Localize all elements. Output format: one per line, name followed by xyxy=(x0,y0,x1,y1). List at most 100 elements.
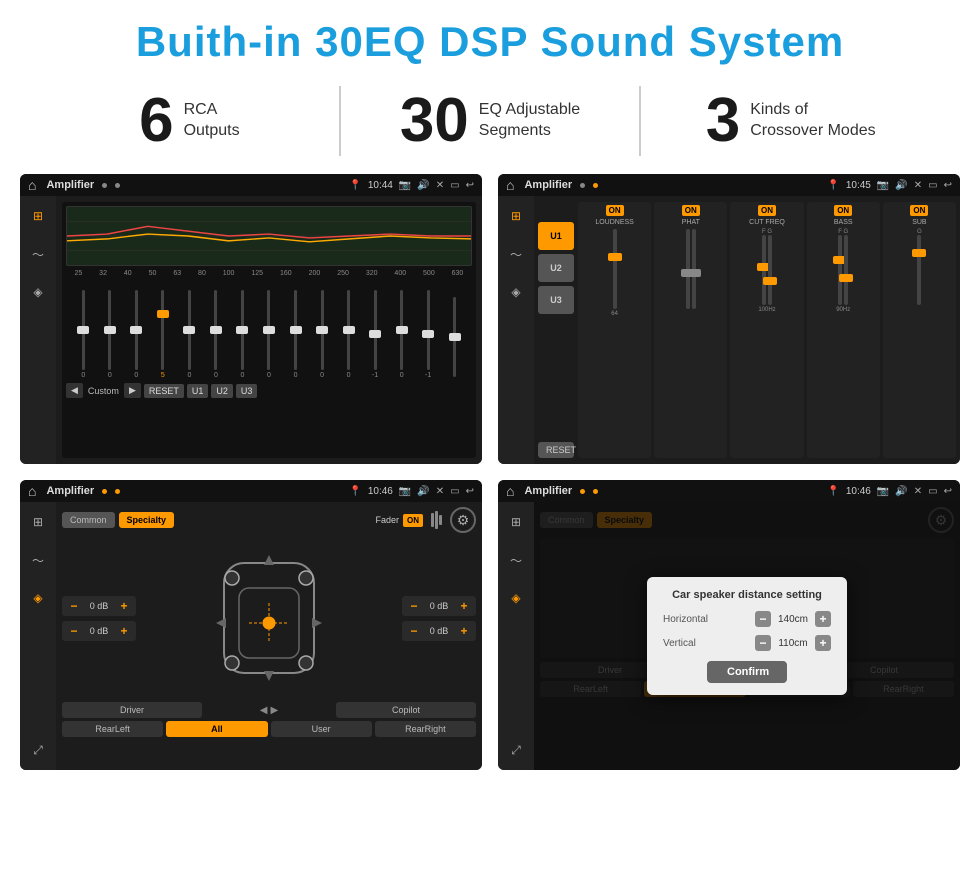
btn-copilot[interactable]: Copilot xyxy=(336,702,476,718)
fader-on-badge[interactable]: ON xyxy=(403,514,423,527)
speaker-sidebar-icon[interactable]: ◈ xyxy=(26,280,50,304)
eq-slider-14[interactable] xyxy=(448,297,462,379)
eq-reset-btn[interactable]: RESET xyxy=(144,384,184,398)
wave-sidebar-icon[interactable]: 〜 xyxy=(26,242,50,266)
preset-u3[interactable]: U3 xyxy=(538,286,574,314)
tab-common[interactable]: Common xyxy=(62,512,115,528)
bass-slider1[interactable] xyxy=(838,235,842,305)
fader-minus-3[interactable]: − xyxy=(407,599,421,613)
fader-db-val-1: 0 dB xyxy=(85,601,113,611)
wave-sidebar-icon-4[interactable]: 〜 xyxy=(504,548,528,572)
eq-slider-5[interactable]: 0 xyxy=(209,290,223,379)
btn-driver[interactable]: Driver xyxy=(62,702,202,718)
cutfreq-slider2[interactable] xyxy=(768,235,772,305)
btn-user[interactable]: User xyxy=(271,721,372,737)
speaker-sidebar-icon-3[interactable]: ◈ xyxy=(26,586,50,610)
fader-minus-4[interactable]: − xyxy=(407,624,421,638)
close-icon-1[interactable]: ✕ xyxy=(436,180,444,191)
vertical-minus-btn[interactable]: − xyxy=(755,635,771,651)
eq-slider-8[interactable]: 0 xyxy=(289,290,303,379)
eq-sidebar-icon[interactable]: ⊞ xyxy=(26,204,50,228)
stat-number-eq: 30 xyxy=(400,90,469,152)
eq-slider-1[interactable]: 0 xyxy=(103,290,117,379)
close-icon-2[interactable]: ✕ xyxy=(914,180,922,191)
home-icon-4[interactable]: ⌂ xyxy=(506,483,514,499)
on-badge-bass[interactable]: ON xyxy=(834,205,852,216)
eq-slider-13[interactable]: -1 xyxy=(421,290,435,379)
fader-plus-3[interactable]: + xyxy=(457,599,471,613)
back-icon-1[interactable]: ↩ xyxy=(466,180,474,191)
fader-plus-2[interactable]: + xyxy=(117,624,131,638)
fader-minus-2[interactable]: − xyxy=(67,624,81,638)
location-icon-4: 📍 xyxy=(827,486,839,497)
eq-slider-2[interactable]: 0 xyxy=(129,290,143,379)
preset-u2[interactable]: U2 xyxy=(538,254,574,282)
btn-rearleft[interactable]: RearLeft xyxy=(62,721,163,737)
horizontal-minus-btn[interactable]: − xyxy=(755,611,771,627)
eq-u2-btn[interactable]: U2 xyxy=(211,384,233,398)
bass-slider2[interactable] xyxy=(844,235,848,305)
fader-plus-4[interactable]: + xyxy=(457,624,471,638)
eq-slider-4[interactable]: 0 xyxy=(182,290,196,379)
phat-slider2[interactable] xyxy=(692,229,696,309)
home-icon-3[interactable]: ⌂ xyxy=(28,483,36,499)
stats-row: 6 RCA Outputs 30 EQ Adjustable Segments … xyxy=(0,76,980,168)
on-badge-sub[interactable]: ON xyxy=(910,205,928,216)
eq-sidebar-icon-3[interactable]: ⊞ xyxy=(26,510,50,534)
minimize-icon-2[interactable]: ▭ xyxy=(928,180,937,191)
eq-sidebar-icon-2[interactable]: ⊞ xyxy=(504,204,528,228)
preset-u1[interactable]: U1 xyxy=(538,222,574,250)
eq-prev-btn[interactable]: ◀ xyxy=(66,383,83,398)
sub-slider[interactable] xyxy=(917,235,921,305)
minimize-icon-4[interactable]: ▭ xyxy=(928,486,937,497)
eq-slider-0[interactable]: 0 xyxy=(76,290,90,379)
minimize-icon-3[interactable]: ▭ xyxy=(450,486,459,497)
btn-all[interactable]: All xyxy=(166,721,267,737)
vertical-plus-btn[interactable]: + xyxy=(815,635,831,651)
eq-slider-11[interactable]: -1 xyxy=(368,290,382,379)
amp-ch-sub: ON SUB G xyxy=(883,202,956,458)
on-badge-loudness[interactable]: ON xyxy=(606,205,624,216)
left-arrow[interactable]: ◀ xyxy=(260,705,268,716)
eq-slider-7[interactable]: 0 xyxy=(262,290,276,379)
back-icon-4[interactable]: ↩ xyxy=(944,486,952,497)
minimize-icon-1[interactable]: ▭ xyxy=(450,180,459,191)
fader-minus-1[interactable]: − xyxy=(67,599,81,613)
amp-ch-cutfreq: ON CUT FREQ F G 100Hz xyxy=(730,202,803,458)
status-dot-2 xyxy=(115,183,120,188)
eq-play-btn[interactable]: ▶ xyxy=(124,383,141,398)
settings-btn[interactable]: ⚙ xyxy=(450,507,476,533)
on-badge-cutfreq[interactable]: ON xyxy=(758,205,776,216)
wave-sidebar-icon-3[interactable]: 〜 xyxy=(26,548,50,572)
confirm-button[interactable]: Confirm xyxy=(707,661,787,683)
speaker-sidebar-icon-4[interactable]: ◈ xyxy=(504,586,528,610)
horizontal-value: 140cm xyxy=(775,614,811,625)
horizontal-plus-btn[interactable]: + xyxy=(815,611,831,627)
close-icon-4[interactable]: ✕ xyxy=(914,486,922,497)
eq-sidebar-icon-4[interactable]: ⊞ xyxy=(504,510,528,534)
fader-plus-1[interactable]: + xyxy=(117,599,131,613)
eq-u1-btn[interactable]: U1 xyxy=(187,384,209,398)
home-icon[interactable]: ⌂ xyxy=(28,177,36,193)
expand-sidebar-icon-3[interactable]: ⤢ xyxy=(26,738,50,762)
eq-slider-3[interactable]: 5 xyxy=(156,290,170,379)
eq-slider-12[interactable]: 0 xyxy=(395,290,409,379)
eq-slider-6[interactable]: 0 xyxy=(235,290,249,379)
back-icon-2[interactable]: ↩ xyxy=(944,180,952,191)
cutfreq-slider1[interactable] xyxy=(762,235,766,305)
close-icon-3[interactable]: ✕ xyxy=(436,486,444,497)
speaker-sidebar-icon-2[interactable]: ◈ xyxy=(504,280,528,304)
wave-sidebar-icon-2[interactable]: 〜 xyxy=(504,242,528,266)
eq-u3-btn[interactable]: U3 xyxy=(236,384,258,398)
right-arrow[interactable]: ▶ xyxy=(271,705,279,716)
on-badge-phat[interactable]: ON xyxy=(682,205,700,216)
tab-specialty[interactable]: Specialty xyxy=(119,512,175,528)
eq-slider-10[interactable]: 0 xyxy=(342,290,356,379)
back-icon-3[interactable]: ↩ xyxy=(466,486,474,497)
btn-rearright[interactable]: RearRight xyxy=(375,721,476,737)
loudness-slider[interactable] xyxy=(613,229,617,309)
home-icon-2[interactable]: ⌂ xyxy=(506,177,514,193)
amp-reset-btn[interactable]: RESET xyxy=(538,442,574,458)
eq-slider-9[interactable]: 0 xyxy=(315,290,329,379)
expand-sidebar-icon-4[interactable]: ⤢ xyxy=(504,738,528,762)
